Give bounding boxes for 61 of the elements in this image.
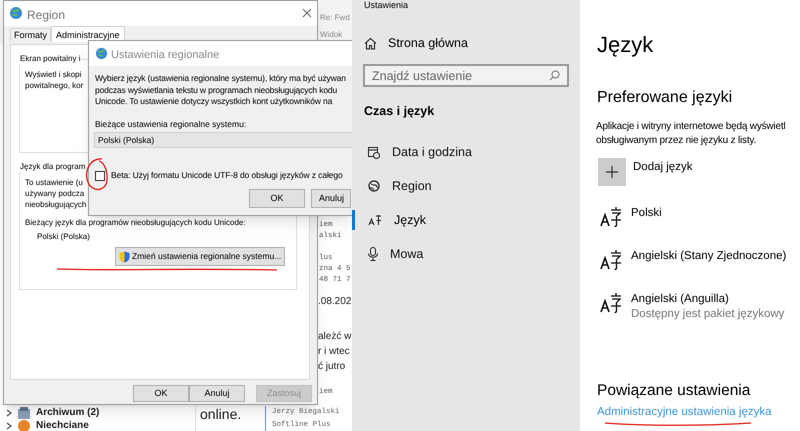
window-title: Ustawienia regionalne	[111, 48, 220, 63]
tab[interactable]: Formaty	[10, 28, 52, 41]
globe-icon	[9, 6, 23, 20]
language-icon	[600, 207, 622, 227]
microphone-icon	[368, 247, 378, 261]
search-field[interactable]: Znajdź ustawienie	[363, 64, 569, 87]
language-name[interactable]: Angielski (Anguilla)	[631, 291, 729, 308]
language-name[interactable]: Angielski (Stany Zjednoczone)	[631, 248, 786, 266]
mail-subject: Re: Fwd	[320, 12, 350, 24]
dialog-button[interactable]: OK	[249, 189, 305, 208]
checkbox[interactable]	[95, 171, 105, 181]
email-text: r i wtec	[318, 346, 350, 358]
language-icon	[600, 293, 622, 313]
group-title: Ekran powitalny i	[19, 54, 82, 64]
page-title: Język	[597, 31, 654, 59]
language-status: Dostępny jest pakiet językowy	[631, 307, 784, 322]
globe-icon	[368, 180, 380, 192]
home-icon	[364, 36, 377, 50]
window-title: Region	[27, 7, 66, 24]
search-icon[interactable]	[549, 70, 560, 81]
dialog-button[interactable]: Anuluj	[311, 189, 351, 208]
current-language: Polski (Polska)	[37, 232, 90, 242]
shield-icon	[119, 250, 130, 262]
description-text: Wyświetl i skopi powitalnego, kor	[25, 69, 84, 91]
language-name[interactable]: Polski	[631, 205, 662, 222]
junk-icon	[17, 419, 31, 431]
section-heading: Czas i język	[364, 103, 434, 120]
email-text: ć jutro	[318, 361, 346, 373]
section-heading: Powiązane ustawienia	[597, 381, 750, 401]
group-title: Język dla program	[19, 162, 86, 172]
dialog-button[interactable]: OK	[133, 385, 189, 402]
description-text: Bieżący język dla programów nieobsługujących kodu Unicode:	[25, 218, 246, 228]
language-icon	[600, 250, 622, 270]
plus-icon	[606, 166, 618, 178]
folder-item[interactable]: Niechciane	[36, 420, 89, 431]
home-link[interactable]: Strona główna	[364, 34, 468, 53]
description-text: Wybierz język (ustawienia regionalne systemu), który ma być używan podczas wyświetlania tekstu w programach nieobsługujących kodu Unicode. To ustawienie dotyczy wszystkich kont użytkowników na	[95, 73, 346, 108]
add-language-button[interactable]	[598, 158, 626, 186]
section-heading: Preferowane języki	[597, 88, 732, 108]
field-label: Bieżące ustawienia regionalne systemu:	[95, 118, 246, 131]
archive-icon	[17, 406, 31, 420]
checkbox-label: Beta: Użyj formatu Unicode UTF-8 do obsługi języków z całego	[111, 170, 343, 181]
app-title: Ustawienia	[364, 0, 408, 10]
add-language-label: Dodaj język	[633, 160, 692, 175]
tab[interactable]: Administracyjne	[51, 26, 125, 42]
nav-item[interactable]: Mowa	[352, 243, 580, 265]
globe-icon	[95, 47, 108, 60]
calendar-clock-icon	[368, 146, 380, 158]
email-text: .08.202	[318, 296, 352, 308]
description-text: To ustawienie (u używany podcza nieobsługujących	[25, 177, 86, 210]
description-text: Aplikacje i witryny internetowe będą wyświetl obsługiwanym przez nie języku z listy.	[596, 120, 786, 148]
close-icon[interactable]	[302, 8, 312, 18]
nav-item[interactable]: Region	[352, 175, 580, 197]
language-icon	[368, 214, 382, 226]
selection-indicator	[352, 210, 355, 230]
nav-item[interactable]: Język	[352, 209, 580, 231]
folder-item[interactable]: Archiwum (2)	[36, 407, 100, 419]
email-text: ależć w	[318, 331, 352, 343]
email-text: online.	[200, 405, 242, 424]
change-locale-button[interactable]: Zmień ustawienia regionalne systemu...	[115, 247, 286, 266]
dialog-button[interactable]: Anuluj	[189, 385, 245, 402]
